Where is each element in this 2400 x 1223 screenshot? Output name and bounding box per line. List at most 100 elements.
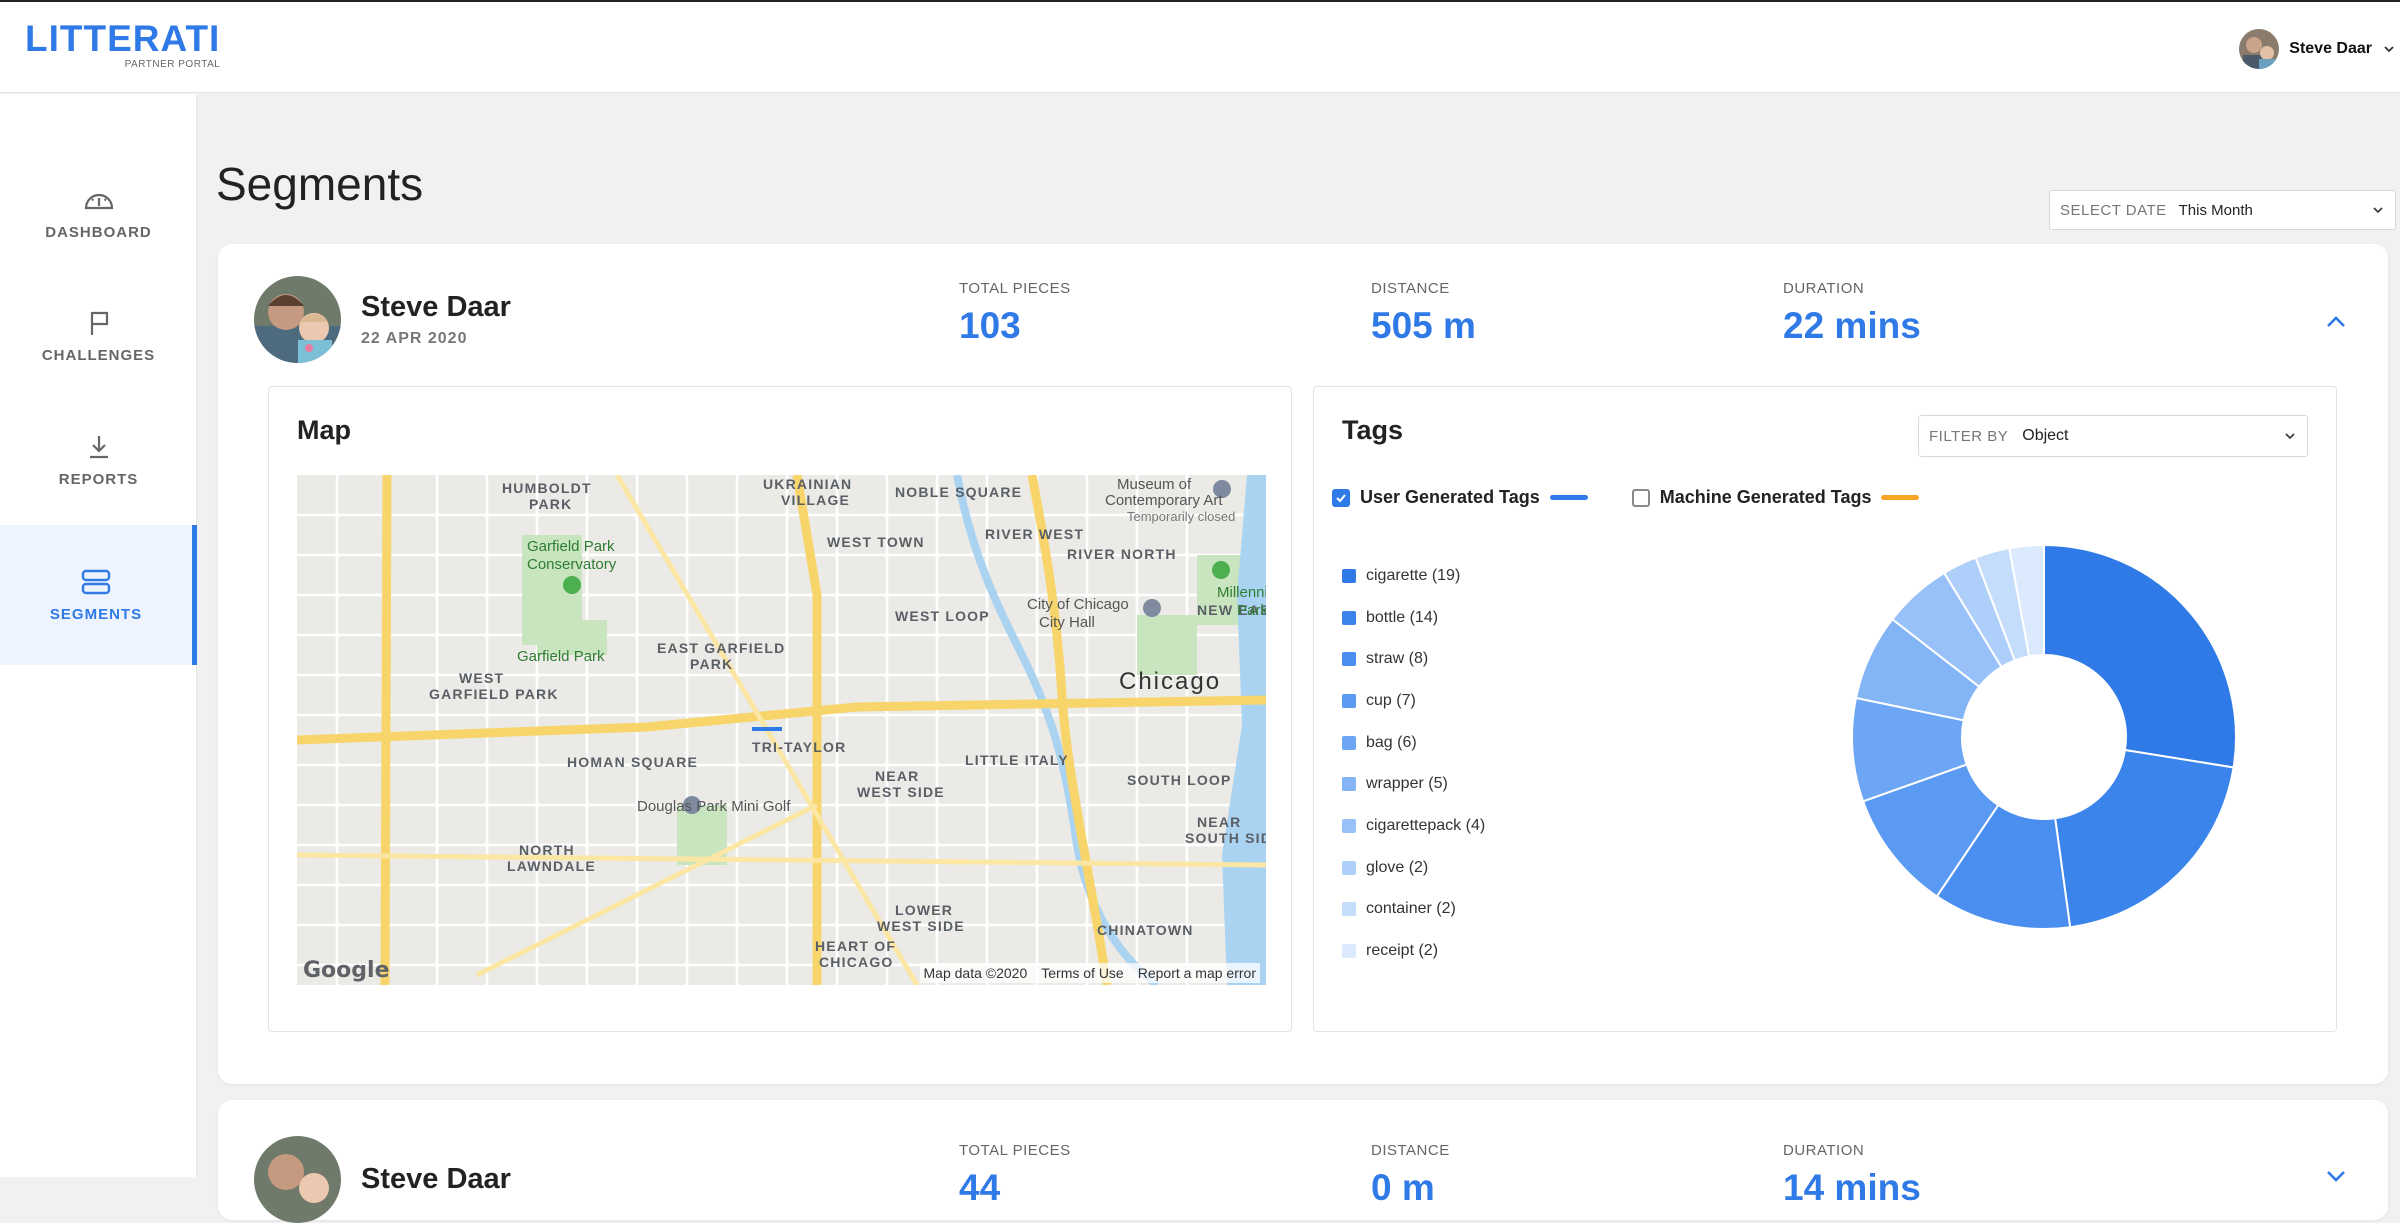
legend-label: cigarette (19) (1366, 566, 1461, 584)
legend-swatch (1342, 735, 1356, 750)
sidebar-item-label: REPORTS (58, 470, 139, 488)
report-map-error-link[interactable]: Report a map error (1138, 965, 1256, 981)
chevron-down-icon (2373, 207, 2383, 214)
logo-text: LITTERATI (25, 18, 221, 59)
series-color-line (1549, 495, 1588, 500)
stat-value: 103 (959, 305, 1021, 346)
map-attribution: Map data ©2020 Terms of Use Report a map… (919, 963, 1260, 983)
user-name: Steve Daar (2289, 40, 2372, 57)
page-title: Segments (216, 158, 424, 210)
svg-text:HUMBOLDT: HUMBOLDT (502, 480, 592, 496)
stat-total-pieces: TOTAL PIECES 44 (959, 1142, 1071, 1209)
stat-label: DISTANCE (1371, 1142, 1450, 1159)
litterati-logo[interactable]: LITTERATI PARTNER PORTAL (25, 18, 221, 71)
legend-label: straw (8) (1366, 650, 1429, 668)
stat-value: 505 m (1371, 305, 1476, 346)
checkbox-unchecked[interactable] (1631, 488, 1650, 507)
map-canvas[interactable]: HUMBOLDTPARK UKRAINIANVILLAGE NOBLE SQUA… (297, 475, 1266, 985)
svg-text:City Hall: City Hall (1039, 614, 1095, 631)
date-select-value: This Month (2178, 201, 2253, 219)
segment-user-name: Steve Daar (361, 1163, 511, 1195)
legend-item: bottle (14) (1342, 597, 1485, 639)
svg-text:NEAR: NEAR (875, 768, 919, 784)
sidebar-item-label: DASHBOARD (45, 223, 152, 241)
svg-text:PARK: PARK (529, 496, 572, 512)
sidebar-item-dashboard[interactable]: DASHBOARD (0, 153, 197, 273)
svg-text:EAST GARFIELD: EAST GARFIELD (657, 640, 785, 656)
toggle-label: Machine Generated Tags (1659, 487, 1872, 507)
toggle-user-generated-tags[interactable]: User Generated Tags (1332, 487, 1588, 508)
checkbox-checked[interactable] (1332, 488, 1350, 507)
legend-item: cup (7) (1342, 680, 1485, 722)
svg-text:WEST SIDE: WEST SIDE (877, 918, 965, 934)
legend-label: bottle (14) (1366, 608, 1439, 626)
svg-text:City of Chicago: City of Chicago (1027, 596, 1129, 613)
tag-legend: cigarette (19) bottle (14) straw (8) cup (7… (1342, 555, 1485, 972)
legend-label: glove (2) (1366, 858, 1429, 876)
avatar (254, 1136, 341, 1223)
svg-text:Chicago: Chicago (1119, 668, 1221, 695)
svg-text:Contemporary Art: Contemporary Art (1105, 492, 1223, 509)
legend-item: cigarette (19) (1342, 555, 1485, 597)
stat-label: DISTANCE (1371, 280, 1450, 297)
svg-text:CHINATOWN: CHINATOWN (1097, 922, 1194, 938)
avatar (2239, 29, 2280, 69)
legend-swatch (1342, 944, 1356, 959)
map-view[interactable]: HUMBOLDT PARK UKRAINIAN VILLAGE NOBLE SQUA… (297, 475, 1266, 985)
legend-item: glove (2) (1342, 847, 1485, 889)
svg-text:Conservatory: Conservatory (527, 556, 617, 573)
toggle-label: User Generated Tags (1360, 487, 1540, 507)
terms-of-use-link[interactable]: Terms of Use (1041, 965, 1123, 981)
tags-panel: Tags FILTER BY Object User Generated Tag… (1313, 386, 2337, 1032)
legend-item: straw (8) (1342, 638, 1485, 680)
download-icon (89, 435, 108, 458)
chevron-down-icon[interactable] (2324, 1164, 2348, 1188)
gauge-icon (84, 193, 113, 209)
map-title: Map (297, 415, 351, 445)
tags-donut-chart[interactable] (1844, 537, 2244, 937)
stat-distance: DISTANCE 0 m (1371, 1142, 1450, 1209)
stat-label: DURATION (1783, 1142, 1865, 1159)
svg-text:NEAR: NEAR (1197, 814, 1241, 830)
stat-value: 14 mins (1783, 1167, 1921, 1208)
date-select[interactable]: SELECT DATE This Month (2049, 190, 2396, 230)
sidebar-item-challenges[interactable]: CHALLENGES (0, 276, 197, 396)
chevron-up-icon[interactable] (2324, 310, 2348, 334)
legend-swatch (1342, 693, 1356, 708)
legend-label: bag (6) (1366, 733, 1417, 751)
tags-title: Tags (1342, 415, 1404, 445)
stat-label: DURATION (1783, 280, 1865, 297)
segment-card: Steve Daar 22 APR 2020 TOTAL PIECES 103 … (218, 244, 2388, 1084)
legend-label: cup (7) (1366, 691, 1416, 709)
toggle-machine-generated-tags[interactable]: Machine Generated Tags (1631, 487, 1920, 508)
segment-profile: Steve Daar (254, 1136, 511, 1223)
svg-text:TRI-TAYLOR: TRI-TAYLOR (752, 739, 846, 755)
top-bar: LITTERATI PARTNER PORTAL Steve Daar (0, 0, 2400, 93)
legend-swatch (1342, 568, 1356, 583)
sidebar: DASHBOARD CHALLENGES REPORTS SEGMENTS (0, 94, 197, 1177)
stat-distance: DISTANCE 505 m (1371, 280, 1476, 347)
chevron-down-icon (2384, 46, 2394, 53)
series-color-line (1881, 495, 1920, 500)
filter-select[interactable]: FILTER BY Object (1918, 415, 2308, 457)
tag-type-toggles: User Generated Tags Machine Generated Ta… (1332, 487, 1920, 508)
donut-slice[interactable] (2054, 748, 2235, 929)
svg-text:SOUTH SIDE: SOUTH SIDE (1185, 830, 1266, 846)
segments-icon (81, 569, 111, 594)
svg-text:Douglas Park Mini Golf: Douglas Park Mini Golf (637, 798, 791, 815)
donut-slice[interactable] (2043, 543, 2237, 769)
svg-text:PARK: PARK (690, 656, 733, 672)
legend-label: cigarettepack (4) (1366, 816, 1486, 834)
sidebar-item-reports[interactable]: REPORTS (0, 400, 197, 520)
svg-text:Museum of: Museum of (1117, 476, 1192, 493)
svg-text:RIVER WEST: RIVER WEST (985, 526, 1084, 542)
user-menu[interactable]: Steve Daar (2239, 29, 2396, 69)
svg-text:NOBLE SQUARE: NOBLE SQUARE (895, 484, 1022, 500)
svg-text:GARFIELD PARK: GARFIELD PARK (429, 686, 559, 702)
sidebar-item-segments[interactable]: SEGMENTS (0, 525, 197, 665)
svg-text:VILLAGE: VILLAGE (781, 492, 850, 508)
legend-swatch (1342, 818, 1356, 833)
segment-date: 22 APR 2020 (361, 330, 468, 347)
map-panel: Map HUMBOLDT PARK UKRAINIAN VILLAGE NOBL… (268, 386, 1292, 1032)
stat-label: TOTAL PIECES (959, 280, 1071, 297)
